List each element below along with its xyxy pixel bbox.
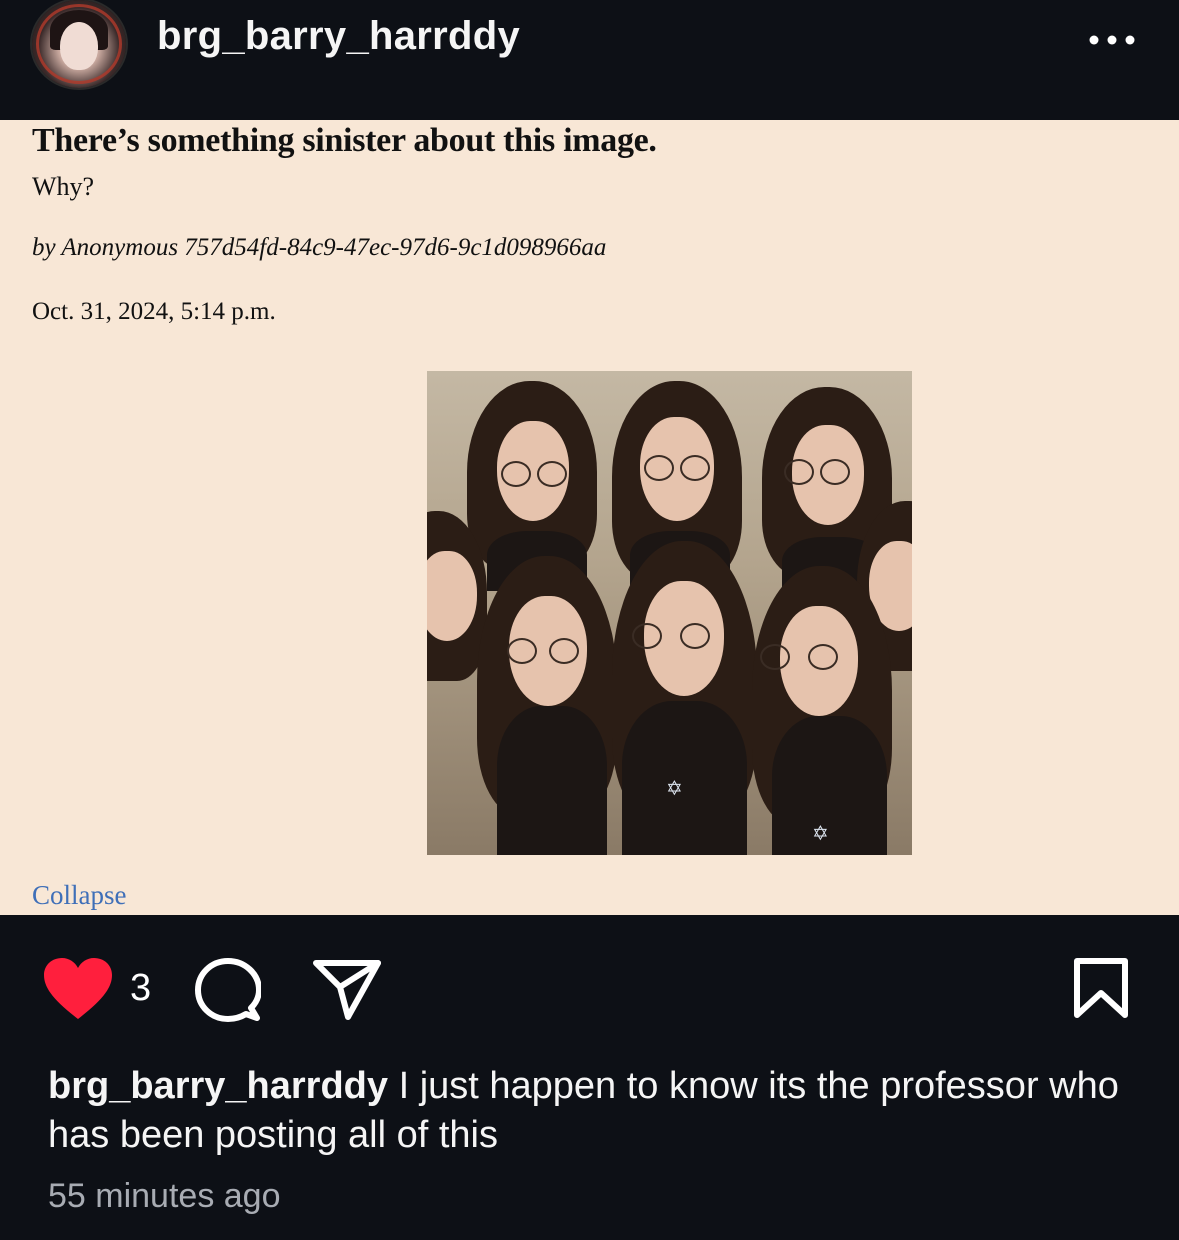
bookmark-icon[interactable] <box>1073 957 1129 1019</box>
like-count[interactable]: 3 <box>130 967 151 1010</box>
forum-post-date: Oct. 31, 2024, 5:14 p.m. <box>32 298 276 325</box>
caption-username[interactable]: brg_barry_harrddy <box>48 1065 388 1107</box>
star-pendant-icon: ✡ <box>812 823 829 845</box>
forum-post-title: There’s something sinister about this im… <box>32 122 657 159</box>
comment-icon[interactable] <box>195 958 261 1022</box>
forum-post-subtitle: Why? <box>32 172 95 201</box>
avatar-face <box>60 22 98 70</box>
heart-icon[interactable] <box>42 957 114 1021</box>
post-caption: brg_barry_harrddy I just happen to know … <box>48 1062 1128 1160</box>
post-image: There’s something sinister about this im… <box>0 120 1179 915</box>
post-actions: 3 brg_barry_harrddy I just happen to kno… <box>0 915 1179 1240</box>
avatar[interactable] <box>32 0 126 88</box>
paper-plane-icon[interactable] <box>312 959 382 1021</box>
post-username[interactable]: brg_barry_harrddy <box>157 14 520 59</box>
forum-post-author: by Anonymous 757d54fd-84c9-47ec-97d6-9c1… <box>32 234 607 261</box>
group-portrait-photo: ✡ ✡ <box>427 371 912 855</box>
star-pendant-icon: ✡ <box>666 778 683 800</box>
post-header: brg_barry_harrddy <box>0 0 1179 120</box>
post-timestamp: 55 minutes ago <box>48 1177 281 1215</box>
ellipsis-icon[interactable] <box>1086 30 1138 50</box>
collapse-link[interactable]: Collapse <box>32 880 127 911</box>
